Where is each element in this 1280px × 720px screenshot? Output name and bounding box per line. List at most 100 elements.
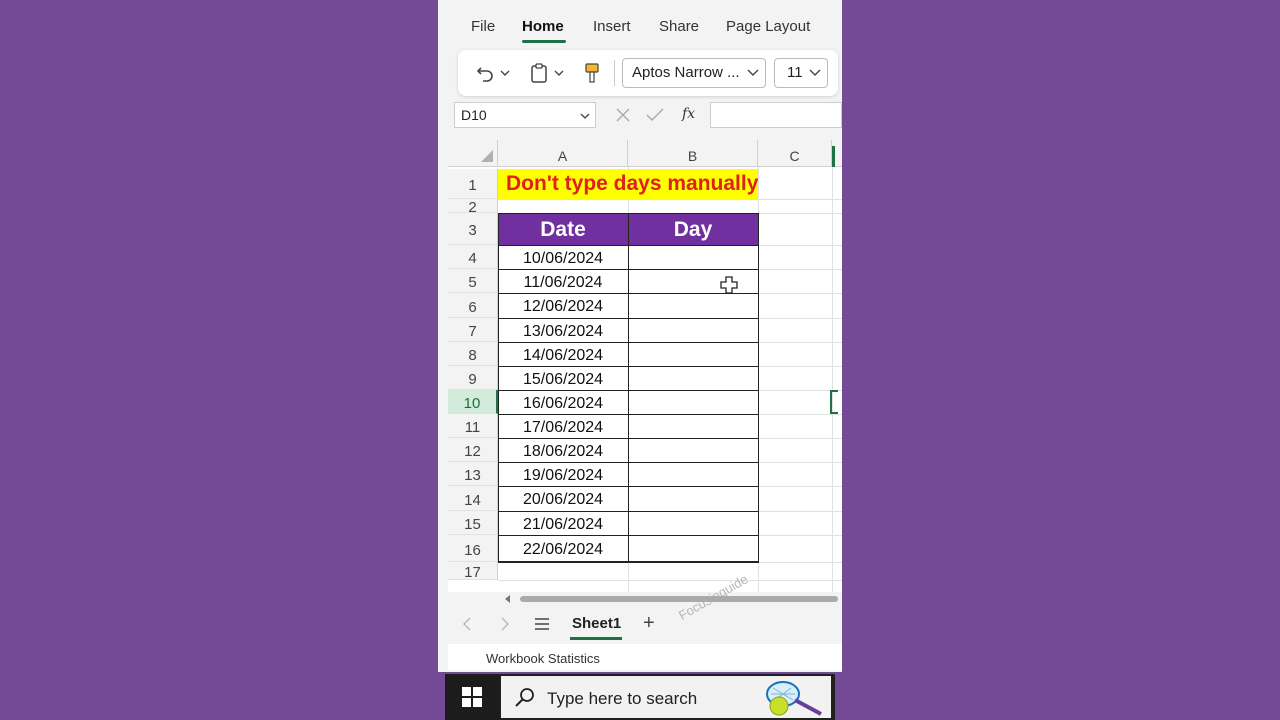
day-cell[interactable] bbox=[628, 366, 758, 390]
sheet-tab-label: Sheet1 bbox=[572, 615, 622, 632]
day-header-cell[interactable]: Day bbox=[628, 213, 758, 245]
row-header-10[interactable]: 10 bbox=[448, 390, 498, 414]
start-button[interactable] bbox=[445, 674, 499, 720]
day-cell[interactable] bbox=[628, 535, 758, 562]
row-header-13[interactable]: 13 bbox=[448, 462, 498, 486]
add-sheet-button[interactable]: + bbox=[643, 612, 655, 635]
row-header-12[interactable]: 12 bbox=[448, 438, 498, 462]
table-row-border bbox=[498, 562, 759, 563]
row-header-16[interactable]: 16 bbox=[448, 535, 498, 562]
font-size-select[interactable]: 11 bbox=[774, 58, 828, 88]
day-cell[interactable] bbox=[628, 245, 758, 269]
tab-home[interactable]: Home bbox=[522, 18, 564, 35]
grid-line bbox=[758, 167, 759, 592]
formula-input[interactable] bbox=[710, 102, 842, 128]
tab-share[interactable]: Share bbox=[659, 18, 699, 35]
column-header-b[interactable]: B bbox=[628, 140, 758, 167]
row-header-9[interactable]: 9 bbox=[448, 366, 498, 390]
day-cell[interactable] bbox=[628, 511, 758, 535]
row-header-11[interactable]: 11 bbox=[448, 414, 498, 438]
row-header-17[interactable]: 17 bbox=[448, 562, 498, 581]
chevron-down-icon bbox=[500, 70, 510, 76]
grid-line bbox=[498, 199, 842, 200]
row-header-1[interactable]: 1 bbox=[448, 169, 498, 199]
day-cell[interactable] bbox=[628, 342, 758, 366]
right-background bbox=[842, 0, 1280, 720]
tab-page-layout[interactable]: Page Layout bbox=[726, 18, 810, 35]
date-cell[interactable]: 16/06/2024 bbox=[498, 390, 628, 414]
column-header-a[interactable]: A bbox=[498, 140, 628, 167]
date-cell[interactable]: 15/06/2024 bbox=[498, 366, 628, 390]
date-cell[interactable]: 13/06/2024 bbox=[498, 318, 628, 342]
triangle-icon bbox=[481, 150, 493, 162]
column-header-c[interactable]: C bbox=[758, 140, 832, 167]
next-sheet-icon[interactable] bbox=[500, 617, 510, 631]
horizontal-scrollbar[interactable] bbox=[498, 594, 838, 604]
windows-taskbar: Type here to search bbox=[445, 674, 835, 720]
select-all-corner[interactable] bbox=[448, 140, 498, 167]
date-cell[interactable]: 21/06/2024 bbox=[498, 511, 628, 535]
date-cell[interactable]: 19/06/2024 bbox=[498, 462, 628, 486]
taskbar-search-box[interactable]: Type here to search bbox=[501, 676, 831, 718]
row-header-15[interactable]: 15 bbox=[448, 511, 498, 535]
undo-button[interactable] bbox=[476, 62, 510, 84]
selected-column-indicator bbox=[832, 146, 835, 167]
day-cell[interactable] bbox=[628, 438, 758, 462]
date-cell[interactable]: 22/06/2024 bbox=[498, 535, 628, 562]
sheet-tab-sheet1[interactable]: Sheet1 bbox=[566, 606, 626, 642]
all-sheets-menu-icon[interactable] bbox=[534, 617, 550, 631]
confirm-icon[interactable] bbox=[646, 108, 664, 122]
date-cell[interactable]: 14/06/2024 bbox=[498, 342, 628, 366]
cancel-icon[interactable] bbox=[616, 108, 630, 122]
date-header-cell[interactable]: Date bbox=[498, 213, 628, 245]
tab-file[interactable]: File bbox=[471, 18, 495, 35]
format-painter-button[interactable] bbox=[584, 62, 600, 84]
active-cell-d10[interactable] bbox=[830, 390, 838, 414]
sheet-tabs-bar: Sheet1 + bbox=[448, 606, 842, 642]
day-cell[interactable] bbox=[628, 486, 758, 511]
date-cell[interactable]: 18/06/2024 bbox=[498, 438, 628, 462]
column-header-d[interactable] bbox=[832, 140, 842, 167]
date-cell[interactable]: 11/06/2024 bbox=[498, 269, 628, 293]
search-icon bbox=[515, 688, 534, 707]
undo-icon bbox=[476, 67, 493, 82]
row-header-8[interactable]: 8 bbox=[448, 342, 498, 366]
worksheet-grid[interactable]: A B C 1 2 3 4 5 6 7 8 9 10 11 12 13 14 15 16 17 Don't ty… bbox=[448, 140, 842, 623]
font-name-value: Aptos Narrow ... bbox=[632, 64, 740, 81]
date-cell[interactable]: 12/06/2024 bbox=[498, 293, 628, 318]
status-bar: Workbook Statistics bbox=[448, 644, 842, 670]
chevron-down-icon bbox=[554, 70, 564, 76]
row-header-6[interactable]: 6 bbox=[448, 293, 498, 318]
day-cell[interactable] bbox=[628, 269, 758, 293]
tab-insert[interactable]: Insert bbox=[593, 18, 631, 35]
title-cell[interactable]: Don't type days manually bbox=[498, 169, 758, 199]
tennis-ball-racket-icon bbox=[766, 681, 822, 716]
row-header-3[interactable]: 3 bbox=[448, 213, 498, 245]
row-header-2[interactable]: 2 bbox=[448, 199, 498, 216]
font-name-select[interactable]: Aptos Narrow ... bbox=[622, 58, 766, 88]
day-cell[interactable] bbox=[628, 318, 758, 342]
paste-button[interactable] bbox=[530, 62, 564, 84]
scroll-left-icon[interactable] bbox=[504, 595, 512, 603]
day-cell[interactable] bbox=[628, 390, 758, 414]
date-cell[interactable]: 17/06/2024 bbox=[498, 414, 628, 438]
workbook-statistics-button[interactable]: Workbook Statistics bbox=[486, 651, 600, 666]
active-tab-indicator bbox=[522, 40, 566, 43]
day-cell[interactable] bbox=[628, 414, 758, 438]
day-cell[interactable] bbox=[628, 293, 758, 318]
insert-function-icon[interactable]: fx bbox=[682, 106, 695, 122]
row-header-7[interactable]: 7 bbox=[448, 318, 498, 342]
date-cell[interactable]: 20/06/2024 bbox=[498, 486, 628, 511]
row-header-4[interactable]: 4 bbox=[448, 245, 498, 269]
name-box[interactable]: D10 bbox=[454, 102, 596, 128]
table-column-border bbox=[628, 213, 629, 562]
day-cell[interactable] bbox=[628, 462, 758, 486]
scroll-thumb[interactable] bbox=[520, 596, 838, 602]
row-header-14[interactable]: 14 bbox=[448, 486, 498, 511]
previous-sheet-icon[interactable] bbox=[462, 617, 472, 631]
clipboard-icon bbox=[531, 63, 547, 83]
date-cell[interactable]: 10/06/2024 bbox=[498, 245, 628, 269]
search-placeholder: Type here to search bbox=[547, 689, 698, 708]
format-painter-icon bbox=[585, 63, 599, 83]
row-header-5[interactable]: 5 bbox=[448, 269, 498, 293]
